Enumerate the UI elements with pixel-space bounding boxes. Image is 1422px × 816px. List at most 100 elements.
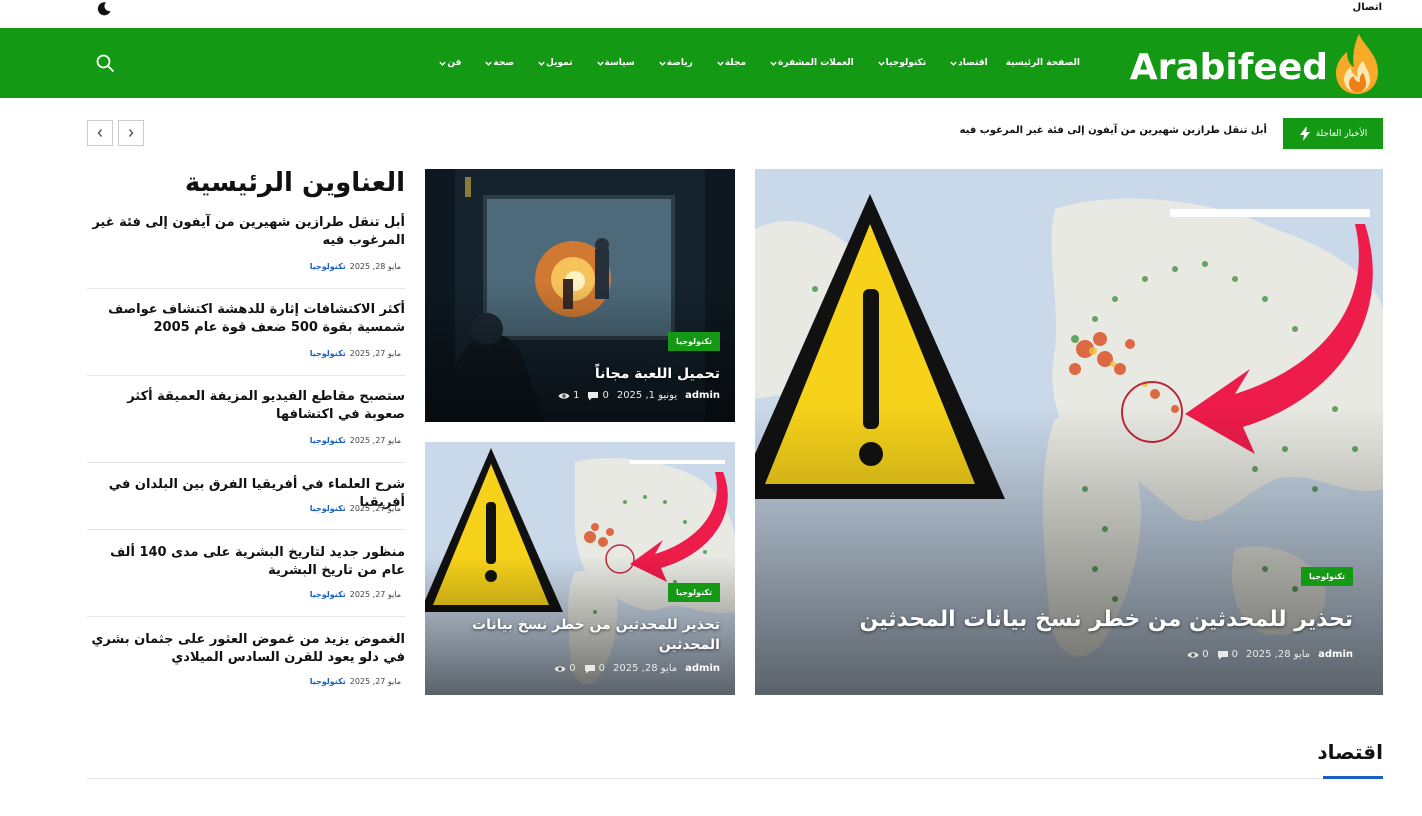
nav-item-art[interactable]: فن [424,58,470,68]
headline-title[interactable]: أكثر الاكتشافات إثارة للدهشة اكتشاف عواص… [87,301,405,337]
card-meta: admin مايو 28, 2025 0 0 [554,663,720,674]
card-title[interactable]: تحذير للمحدثين من خطر نسخ بيانات المحدثي… [793,605,1354,635]
chevron-down-icon [485,61,493,66]
view-count: 0 [1202,649,1209,660]
nav-item-technology[interactable]: تكنولوجيا [863,58,936,68]
category-badge[interactable]: تكنولوجيا [668,583,720,602]
featured-card-game[interactable]: تكنولوجيا تحميل اللعبة مجاناً admin يوني… [425,169,735,422]
post-date: مايو 27, 2025 [349,677,401,686]
comment-icon [1217,650,1228,659]
category-tag[interactable]: تكنولوجيا [310,504,346,513]
comment-count: 0 [1231,649,1239,660]
comment-count: 0 [602,390,609,401]
headline-meta: مايو 28, 2025 تكنولوجيا [310,262,401,271]
chevron-down-icon [717,61,724,66]
headline-title[interactable]: ستصبح مقاطع الفيديو المزيفة العميقة أكثر… [87,388,405,424]
ticker-prev-button[interactable] [87,120,113,146]
comment-icon [584,664,595,673]
chevron-down-icon [439,61,447,66]
site-logo[interactable]: Arabifeed [1129,30,1382,96]
chevron-down-icon [950,61,957,66]
category-badge[interactable]: تكنولوجيا [1301,567,1353,586]
section-divider [87,778,1383,779]
breaking-news-label: الأخبار العاجلة [1283,118,1383,149]
view-count: 1 [573,390,580,401]
card-title[interactable]: تحذير للمحدثين من خطر نسخ بيانات المحدثي… [460,615,720,655]
sidebar-title: العناوين الرئيسية [184,168,405,198]
author-name[interactable]: admin [685,663,720,674]
nav-item-politics[interactable]: سياسة [582,58,644,68]
contact-link[interactable]: اتصال [1353,2,1382,13]
nav-item-health[interactable]: صحة [470,58,523,68]
dark-mode-moon-icon[interactable] [96,1,112,17]
post-date: مايو 27, 2025 [349,436,401,445]
post-date: يونيو 1, 2025 [616,390,678,401]
search-icon[interactable] [95,53,115,73]
ticker-next-button[interactable] [118,120,144,146]
headline-title[interactable]: أبل تنقل طرازين شهيرين من آيفون إلى فئة … [87,214,405,250]
list-item[interactable]: منظور جديد لتاريخ البشرية على مدى 140 أل… [87,544,405,617]
list-item[interactable]: الغموض يزيد من غموض العثور على جثمان بشر… [87,631,406,695]
headline-meta: مايو 27, 2025 تكنولوجيا [310,436,401,445]
headline-title[interactable]: منظور جديد لتاريخ البشرية على مدى 140 أل… [87,544,405,580]
headline-title[interactable]: الغموض يزيد من غموض العثور على جثمان بشر… [87,631,406,667]
chevron-down-icon [877,61,885,66]
nav-item-home[interactable]: الصفحة الرئيسية [997,58,1089,68]
ticker-headline[interactable]: أبل تنقل طرازين شهيرين من آيفون إلى فئة … [960,125,1267,136]
chevron-down-icon [659,61,666,66]
list-item[interactable]: ستصبح مقاطع الفيديو المزيفة العميقة أكثر… [87,388,405,463]
main-navbar: Arabifeed الصفحة الرئيسية اقتصاد تكنولوج… [0,28,1422,98]
author-name[interactable]: admin [685,390,720,401]
card-meta: admin يونيو 1, 2025 0 1 [558,390,720,401]
category-tag[interactable]: تكنولوجيا [310,436,346,445]
card-meta: admin مايو 28, 2025 0 0 [1187,649,1353,660]
nav-item-crypto[interactable]: العملات المشفرة [755,58,863,68]
list-item[interactable]: شرح العلماء في أفريقيا الفرق بين البلدان… [87,476,405,530]
lightning-icon [1299,126,1310,141]
chevron-right-icon [128,129,134,137]
eye-icon [1187,651,1199,658]
headline-meta: مايو 27, 2025 تكنولوجيا [310,677,401,686]
card-title[interactable]: تحميل اللعبة مجاناً [440,364,720,384]
post-date: مايو 27, 2025 [349,590,401,599]
section-title[interactable]: اقتصاد [1317,740,1383,764]
comment-icon [588,391,599,400]
headline-meta: مايو 27, 2025 تكنولوجيا [310,590,401,599]
category-tag[interactable]: تكنولوجيا [310,262,346,271]
nav-menu: الصفحة الرئيسية اقتصاد تكنولوجيا العملات… [424,28,1089,98]
list-item[interactable]: أبل تنقل طرازين شهيرين من آيفون إلى فئة … [87,214,405,289]
nav-item-sports[interactable]: رياضة [644,58,702,68]
post-date: مايو 27, 2025 [349,504,401,513]
eye-icon [558,392,570,399]
post-date: مايو 28, 2025 [613,663,678,674]
headline-meta: مايو 27, 2025 تكنولوجيا [310,504,401,513]
featured-card-warning[interactable]: تكنولوجيا تحذير للمحدثين من خطر نسخ بيان… [425,442,735,695]
comment-count: 0 [598,663,606,674]
card-overlay [425,282,735,422]
author-name[interactable]: admin [1318,649,1353,660]
chevron-down-icon [770,61,777,66]
section-title-underline [1323,776,1383,779]
eye-icon [554,665,566,672]
featured-main-card[interactable]: تكنولوجيا تحذير للمحدثين من خطر نسخ بيان… [755,169,1383,695]
category-tag[interactable]: تكنولوجيا [310,349,346,358]
chevron-down-icon [596,61,604,66]
nav-item-economy[interactable]: اقتصاد [935,58,997,68]
post-date: مايو 28, 2025 [1246,649,1311,660]
view-count: 0 [569,663,576,674]
nav-item-finance[interactable]: تمويل [523,58,581,68]
chevron-left-icon [97,129,103,137]
logo-text: Arabifeed [1129,47,1328,88]
nav-item-magazine[interactable]: مجلة [702,58,755,68]
list-item[interactable]: أكثر الاكتشافات إثارة للدهشة اكتشاف عواص… [87,301,405,376]
category-tag[interactable]: تكنولوجيا [310,677,346,686]
post-date: مايو 28, 2025 [349,262,401,271]
top-bar: اتصال [0,0,1422,28]
breaking-news-ticker: الأخبار العاجلة أبل تنقل طرازين شهيرين م… [0,98,1422,168]
chevron-down-icon [538,61,545,66]
flame-logo-icon [1336,34,1378,94]
category-badge[interactable]: تكنولوجيا [668,332,720,351]
headline-meta: مايو 27, 2025 تكنولوجيا [310,349,401,358]
category-tag[interactable]: تكنولوجيا [310,590,346,599]
post-date: مايو 27, 2025 [349,349,401,358]
